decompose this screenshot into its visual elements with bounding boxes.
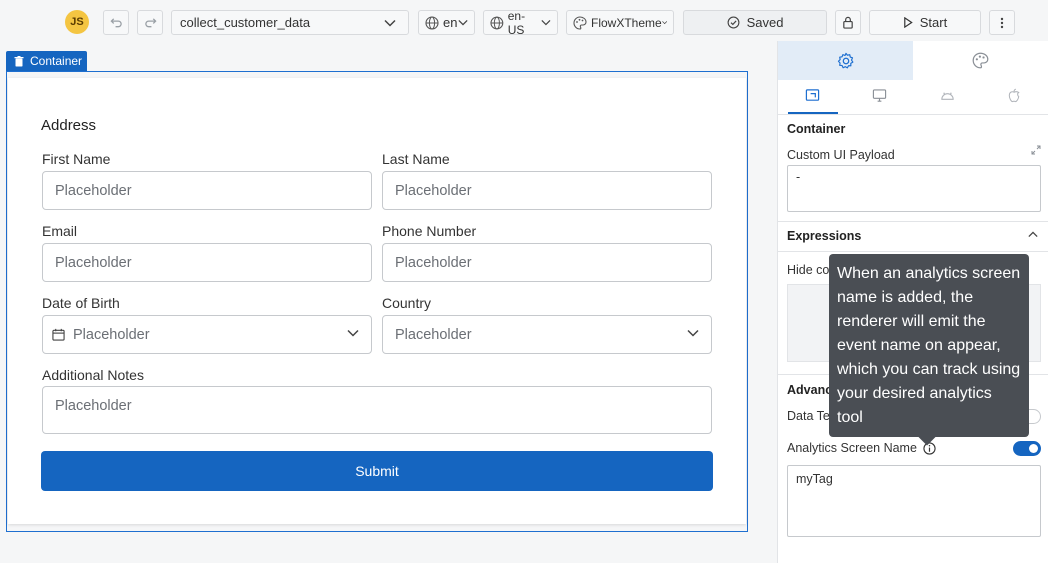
- first-name-input[interactable]: Placeholder: [42, 171, 372, 210]
- container-tag[interactable]: Container: [6, 51, 87, 71]
- flow-select[interactable]: collect_customer_data: [171, 10, 409, 35]
- more-options-button[interactable]: [989, 10, 1015, 35]
- flow-name: collect_customer_data: [180, 15, 311, 30]
- container-tag-label: Container: [30, 54, 83, 68]
- apple-icon: [1008, 88, 1020, 103]
- notes-textarea[interactable]: Placeholder: [42, 386, 712, 434]
- palette-icon: [573, 15, 587, 30]
- analytics-info-tooltip: When an analytics screen name is added, …: [829, 254, 1029, 437]
- first-name-placeholder: Placeholder: [55, 182, 132, 199]
- analytics-screen-name-input[interactable]: myTag: [787, 465, 1041, 537]
- user-avatar[interactable]: JS: [65, 10, 89, 34]
- dob-placeholder: Placeholder: [73, 326, 150, 343]
- divider: [778, 251, 1048, 252]
- gear-icon: [837, 52, 853, 68]
- tab-styles[interactable]: [913, 41, 1048, 80]
- divider: [778, 221, 1048, 222]
- globe-icon: [490, 16, 504, 29]
- redo-icon: [144, 18, 157, 28]
- theme-value: FlowXTheme: [591, 15, 662, 30]
- phone-input[interactable]: Placeholder: [382, 243, 712, 282]
- country-placeholder: Placeholder: [395, 326, 472, 343]
- tab-platform-generic[interactable]: [805, 88, 820, 108]
- locale-value: en-US: [507, 8, 526, 37]
- section-container-title: Container: [787, 122, 846, 136]
- chevron-down-icon: [687, 329, 699, 337]
- calendar-icon: [52, 328, 65, 341]
- phone-label: Phone Number: [382, 223, 477, 239]
- tab-platform-web[interactable]: [872, 88, 887, 108]
- analytics-screen-name-label: Analytics Screen Name: [787, 441, 917, 455]
- tab-settings[interactable]: [778, 41, 913, 80]
- analytics-screen-name-toggle[interactable]: [1013, 441, 1041, 456]
- expand-icon[interactable]: [1031, 145, 1041, 155]
- palette-icon: [972, 52, 989, 69]
- custom-payload-input[interactable]: -: [787, 165, 1041, 212]
- start-label: Start: [919, 15, 948, 30]
- dob-label: Date of Birth: [42, 295, 120, 311]
- notes-placeholder: Placeholder: [55, 398, 132, 414]
- email-label: Email: [42, 223, 78, 239]
- language-select[interactable]: en: [418, 10, 475, 35]
- platform-tabs: [778, 80, 1048, 115]
- generic-device-icon: [805, 89, 820, 101]
- tab-platform-android[interactable]: [940, 88, 955, 108]
- notes-label: Additional Notes: [42, 367, 144, 383]
- last-name-placeholder: Placeholder: [395, 182, 472, 199]
- desktop-icon: [872, 89, 887, 102]
- last-name-input[interactable]: Placeholder: [382, 171, 712, 210]
- section-expressions-title: Expressions: [787, 229, 862, 243]
- chevron-down-icon: [347, 329, 359, 337]
- lock-icon: [843, 16, 853, 29]
- android-icon: [941, 92, 954, 100]
- data-test-id-label: Data Te: [787, 409, 830, 423]
- undo-button[interactable]: [103, 10, 129, 35]
- phone-placeholder: Placeholder: [395, 254, 472, 271]
- analytics-screen-name-value: myTag: [796, 472, 833, 486]
- custom-payload-label: Custom UI Payload: [787, 148, 895, 162]
- chevron-down-icon: [541, 20, 551, 26]
- custom-payload-value: -: [796, 170, 801, 184]
- check-circle-icon: [727, 16, 740, 29]
- email-placeholder: Placeholder: [55, 254, 132, 271]
- tab-platform-ios[interactable]: [1007, 88, 1021, 108]
- redo-button[interactable]: [137, 10, 163, 35]
- play-icon: [903, 17, 913, 28]
- chevron-up-icon[interactable]: [1028, 231, 1038, 238]
- first-name-label: First Name: [42, 151, 111, 167]
- last-name-label: Last Name: [382, 151, 450, 167]
- locale-select[interactable]: en-US: [483, 8, 558, 37]
- section-advanced-title: Advanc: [787, 383, 833, 397]
- top-toolbar: JS collect_customer_data en en-US FlowXT…: [0, 0, 1048, 44]
- analytics-label-row: Analytics Screen Name: [787, 441, 936, 455]
- form-title: Address: [41, 117, 97, 134]
- save-status: Saved: [683, 10, 827, 35]
- globe-icon: [425, 15, 439, 30]
- submit-button[interactable]: Submit: [41, 451, 713, 491]
- save-status-label: Saved: [746, 15, 784, 30]
- country-select[interactable]: Placeholder: [382, 315, 712, 354]
- hide-condition-label: Hide co: [787, 263, 830, 277]
- theme-select[interactable]: FlowXTheme: [566, 10, 674, 35]
- email-input[interactable]: Placeholder: [42, 243, 372, 282]
- active-tab-indicator: [788, 112, 838, 114]
- dob-datepicker[interactable]: Placeholder: [42, 315, 372, 354]
- country-label: Country: [382, 295, 432, 311]
- start-button[interactable]: Start: [869, 10, 981, 35]
- more-vertical-icon: [1000, 17, 1004, 28]
- language-value: en: [443, 15, 458, 30]
- lock-button[interactable]: [835, 10, 861, 35]
- chevron-down-icon: [661, 21, 667, 25]
- chevron-down-icon: [384, 19, 396, 27]
- chevron-down-icon: [458, 19, 468, 26]
- undo-icon: [109, 18, 122, 28]
- trash-icon: [14, 55, 24, 66]
